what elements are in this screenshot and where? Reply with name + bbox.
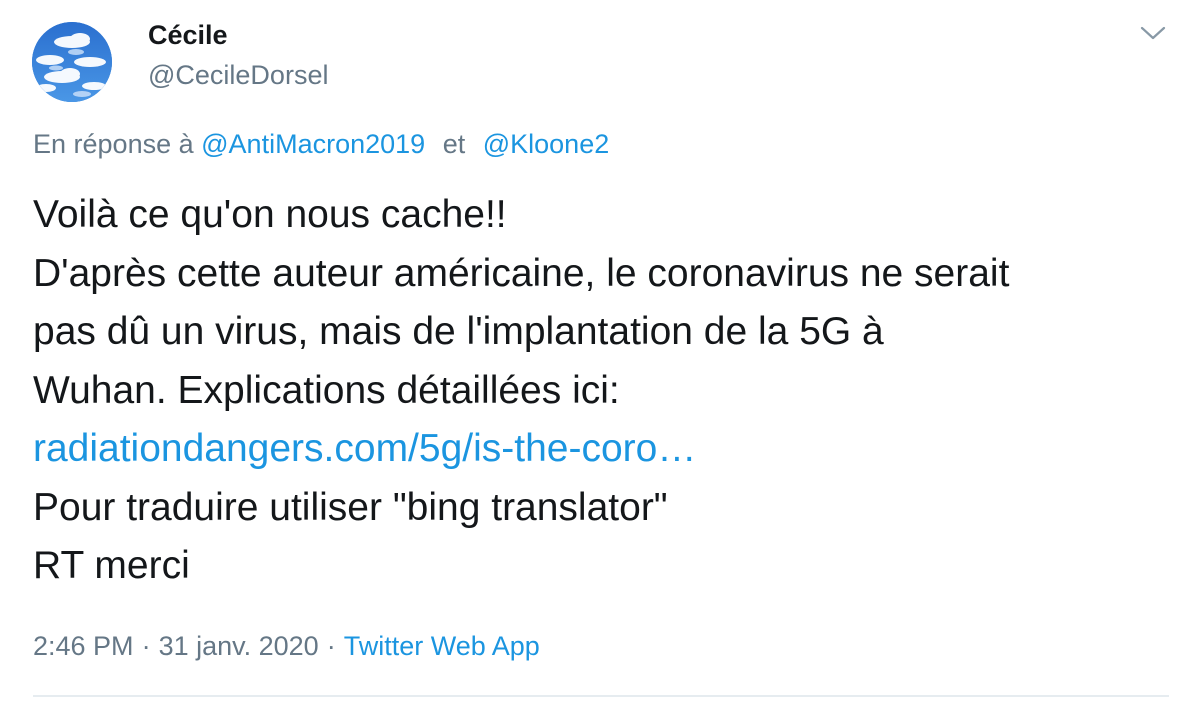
tweet-line: pas dû un virus, mais de l'implantation … <box>33 310 884 353</box>
tweet-source[interactable]: Twitter Web App <box>344 631 540 661</box>
user-handle[interactable]: @CecileDorsel <box>148 58 328 92</box>
cloud-sky-avatar-icon <box>32 22 112 102</box>
reply-context: En réponse à @AntiMacron2019 et @Kloone2 <box>33 127 609 161</box>
chevron-down-icon[interactable] <box>1138 18 1168 48</box>
tweet-link[interactable]: radiationdangers.com/5g/is-the-coro… <box>33 427 696 470</box>
tweet-line: D'après cette auteur américaine, le coro… <box>33 251 1010 295</box>
tweet-line: Voilà ce qu'on nous cache!! <box>33 193 507 236</box>
tweet-time[interactable]: 2:46 PM <box>33 631 134 661</box>
reply-connector: et <box>442 129 466 159</box>
reply-mention-kloone2[interactable]: @Kloone2 <box>483 129 610 159</box>
reply-mention-antimacron2019[interactable]: @AntiMacron2019 <box>201 129 425 159</box>
meta-separator: · <box>141 631 151 661</box>
tweet-text: Voilà ce qu'on nous cache!! D'après cett… <box>33 186 1183 596</box>
divider <box>33 695 1169 697</box>
reply-prefix: En réponse à <box>33 129 194 159</box>
tweet-date[interactable]: 31 janv. 2020 <box>159 631 319 661</box>
avatar[interactable] <box>32 22 112 102</box>
tweet-line: Wuhan. Explications détaillées ici: <box>33 368 620 412</box>
tweet-card: Cécile @CecileDorsel En réponse à @AntiM… <box>0 0 1200 712</box>
display-name[interactable]: Cécile <box>148 18 228 52</box>
tweet-line: RT merci <box>33 544 190 587</box>
meta-separator: · <box>326 631 336 661</box>
tweet-metadata: 2:46 PM · 31 janv. 2020 · Twitter Web App <box>33 629 540 663</box>
tweet-line: Pour traduire utiliser "bing translator" <box>33 485 668 529</box>
